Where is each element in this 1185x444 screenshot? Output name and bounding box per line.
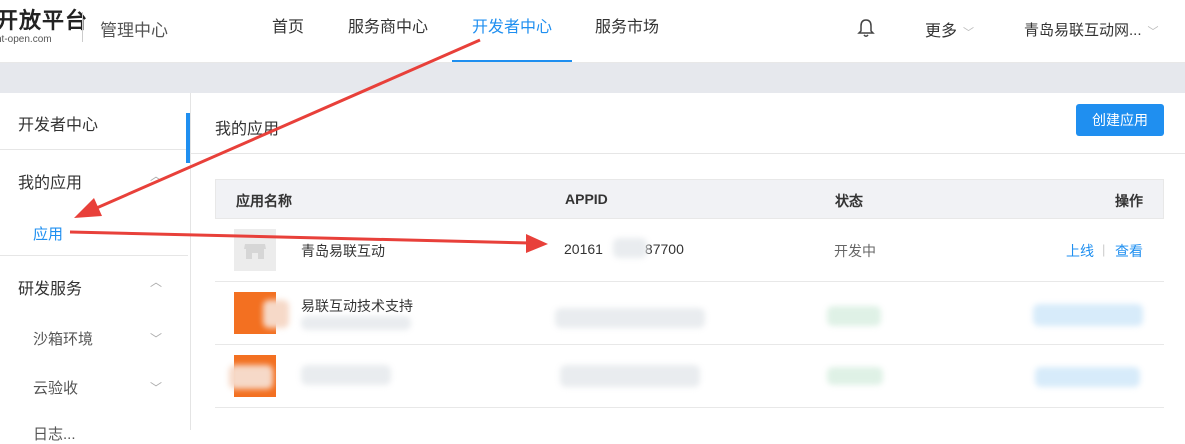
sidebar-group-dev-services[interactable]: 研发服务	[18, 275, 82, 299]
nav-home[interactable]: 首页	[272, 0, 304, 62]
active-indicator	[186, 113, 190, 163]
sidebar-item-sandbox[interactable]: 沙箱环境	[33, 328, 93, 349]
redaction-blur	[301, 316, 411, 330]
column-header-actions: 操作	[1115, 193, 1143, 209]
redaction-blur	[560, 365, 700, 387]
page-title: 我的应用	[215, 121, 280, 138]
column-header-appid: APPID	[565, 191, 608, 207]
nav-provider-center[interactable]: 服务商中心	[348, 0, 428, 62]
sidebar-group-my-apps[interactable]: 我的应用	[18, 169, 82, 193]
nav-service-market[interactable]: 服务市场	[595, 0, 659, 62]
app-name[interactable]: 易联互动技术支持	[301, 296, 413, 316]
app-name[interactable]: 青岛易联互动	[301, 241, 385, 261]
table-row: 易联互动技术支持	[215, 282, 1164, 345]
view-link[interactable]: 查看	[1115, 241, 1143, 261]
redaction-blur	[1035, 367, 1140, 387]
more-label: 更多	[925, 23, 958, 40]
top-navigation-bar: 开放平台 nt-open.com 管理中心 首页 服务商中心 开发者中心 服务市…	[0, 0, 1185, 63]
chevron-down-icon[interactable]: ﹀	[150, 379, 162, 396]
chevron-down-icon: ﹀	[963, 27, 975, 39]
column-header-status: 状态	[835, 193, 863, 209]
platform-logo[interactable]: 开放平台 nt-open.com	[0, 8, 88, 46]
sidebar-title: 开发者中心	[18, 117, 99, 134]
status-text: 开发中	[834, 243, 876, 259]
action-divider: |	[1102, 242, 1106, 257]
column-header-app-name: 应用名称	[236, 193, 292, 209]
nav-developer-center[interactable]: 开发者中心	[452, 0, 572, 62]
table-row	[215, 345, 1164, 408]
main-divider	[190, 153, 1185, 154]
more-menu[interactable]: 更多 ﹀	[925, 17, 974, 41]
chevron-up-icon[interactable]: ︿	[150, 167, 162, 184]
redaction-blur	[613, 238, 647, 258]
gray-banner	[0, 63, 1185, 93]
sidebar: 开发者中心 我的应用 ︿ 应用 研发服务 ︿ 沙箱环境 ﹀ 云验收 ﹀ 日志..…	[0, 93, 191, 443]
company-name: 青岛易联互动网...	[1024, 22, 1142, 39]
sidebar-divider	[0, 255, 188, 256]
chevron-down-icon: ﹀	[1147, 26, 1159, 38]
store-icon	[244, 244, 266, 259]
sidebar-item-logs[interactable]: 日志...	[33, 423, 76, 444]
redaction-blur	[555, 308, 705, 328]
publish-link[interactable]: 上线	[1066, 241, 1094, 261]
sidebar-item-cloud-acceptance[interactable]: 云验收	[33, 377, 78, 398]
redaction-blur	[827, 306, 881, 326]
redaction-blur	[1033, 304, 1143, 326]
logo-text: 开放平台	[0, 8, 89, 33]
redaction-blur	[263, 300, 289, 328]
bell-icon[interactable]	[857, 18, 875, 38]
create-app-button[interactable]: 创建应用	[1076, 104, 1164, 136]
chevron-up-icon[interactable]: ︿	[150, 273, 162, 290]
logo-domain: nt-open.com	[0, 34, 52, 45]
chevron-down-icon[interactable]: ﹀	[150, 330, 162, 347]
logo-divider	[82, 12, 83, 42]
redaction-blur	[301, 365, 391, 385]
company-menu[interactable]: 青岛易联互动网... ﹀	[1024, 19, 1159, 40]
sidebar-divider	[0, 149, 188, 150]
app-icon	[234, 229, 276, 271]
sidebar-item-apps[interactable]: 应用	[33, 223, 63, 244]
redaction-blur	[229, 365, 273, 389]
section-label: 管理中心	[100, 21, 168, 40]
redaction-blur	[827, 367, 883, 385]
table-row: 青岛易联互动 20161 87700 开发中 上线 | 查看	[215, 219, 1164, 282]
table-header: 应用名称 APPID 状态 操作	[215, 179, 1164, 219]
